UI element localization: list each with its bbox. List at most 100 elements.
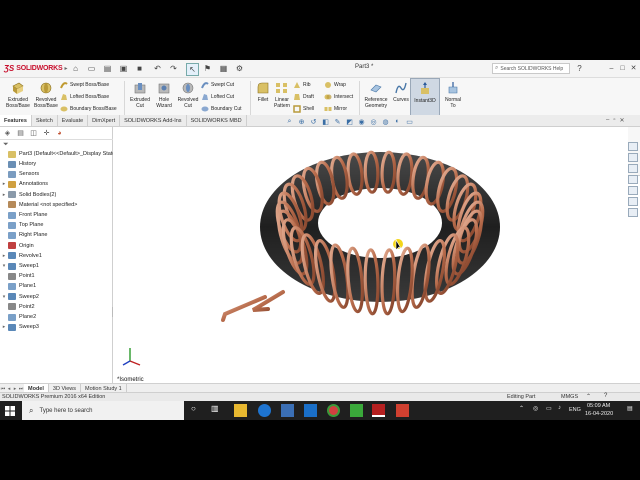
swept-boss-button[interactable]: Swept Boss/Base	[60, 79, 109, 90]
help-search-input[interactable]: ⌕ Search SOLIDWORKS Help	[492, 63, 570, 74]
hide-show-icon[interactable]: ◎	[369, 117, 378, 126]
expand-toggle-icon[interactable]: ▾	[0, 294, 8, 300]
file-explorer-taskbar-icon[interactable]	[234, 404, 247, 417]
clock-time[interactable]: 05:09 AM	[587, 403, 610, 409]
solidworks-resources-icon[interactable]	[628, 142, 638, 151]
tree-item[interactable]: Sensors	[0, 169, 39, 179]
tree-item[interactable]: Point2	[0, 302, 35, 312]
mirror-button[interactable]: Mirror	[324, 103, 347, 114]
tree-item[interactable]: Right Plane	[0, 230, 47, 240]
viewport-restore-icon[interactable]: ▫	[613, 117, 615, 124]
clock-date[interactable]: 16-04-2020	[585, 411, 613, 417]
redo-icon[interactable]: ↷	[168, 63, 179, 74]
solidworks-taskbar-icon[interactable]	[372, 404, 385, 417]
viewport-close-icon[interactable]: ✕	[619, 117, 624, 124]
lofted-cut-button[interactable]: Lofted Cut	[201, 91, 234, 102]
units-text[interactable]: MMGS	[561, 394, 578, 400]
dimxpert-manager-tab-icon[interactable]: ✛	[42, 129, 51, 138]
expand-toggle-icon[interactable]: ▸	[0, 192, 8, 198]
edge-icon[interactable]	[258, 404, 271, 417]
solidworks-logo[interactable]: ƷS SOLIDWORKS ▸	[4, 63, 67, 74]
cortana-icon[interactable]: ○	[191, 404, 204, 417]
network-icon[interactable]: ◎	[533, 405, 538, 412]
intersect-button[interactable]: Intersect	[324, 91, 353, 102]
filter-icon[interactable]: ⏷	[3, 141, 9, 149]
tree-item[interactable]: Origin	[0, 241, 34, 251]
home-icon[interactable]: ⌂	[70, 63, 81, 74]
apply-scene-icon[interactable]: ◐	[393, 117, 402, 126]
chrome-icon[interactable]	[327, 404, 340, 417]
tree-item[interactable]: Plane1	[0, 281, 36, 291]
edit-appearance-icon[interactable]: ◍	[381, 117, 390, 126]
expand-toggle-icon[interactable]: ▸	[0, 253, 8, 259]
instant3d-button[interactable]: Instant3D	[410, 78, 440, 118]
taskbar-search-input[interactable]: ⌕ Type here to search	[22, 401, 184, 420]
tab-evaluate[interactable]: Evaluate	[58, 115, 89, 126]
camtasia-icon[interactable]	[350, 404, 363, 417]
tree-root-part[interactable]: Part3 (Default<<Default>_Display State	[0, 149, 115, 159]
boundary-cut-button[interactable]: Boundary Cut	[201, 103, 242, 114]
expand-toggle-icon[interactable]: ▾	[0, 263, 8, 269]
tree-item[interactable]: Front Plane	[0, 210, 47, 220]
view-settings-icon[interactable]: ▭	[405, 117, 414, 126]
minimize-icon[interactable]: –	[607, 62, 616, 74]
zoom-area-icon[interactable]: ⊕	[297, 117, 306, 126]
tab-dimxpert[interactable]: DimXpert	[88, 115, 121, 126]
store-icon[interactable]	[281, 404, 294, 417]
open-folder-icon[interactable]: ▤	[102, 63, 113, 74]
draft-button[interactable]: Draft	[293, 91, 314, 102]
feature-manager-tab-icon[interactable]: ◈	[3, 129, 12, 138]
battery-icon[interactable]: ▭	[546, 405, 552, 412]
print-icon[interactable]: ▣	[118, 63, 129, 74]
graphics-area[interactable]	[113, 127, 628, 404]
task-view-icon[interactable]: ▥	[211, 404, 224, 417]
tree-item[interactable]: Plane2	[0, 312, 36, 322]
tree-item[interactable]: ▸ Sweep3	[0, 322, 39, 332]
tab-mbd[interactable]: SOLIDWORKS MBD	[187, 115, 247, 126]
design-library-icon[interactable]	[628, 153, 638, 162]
tree-item[interactable]: Top Plane	[0, 220, 43, 230]
start-button[interactable]	[0, 401, 20, 420]
tree-item[interactable]: Point1	[0, 271, 35, 281]
undo-icon[interactable]: ↶	[152, 63, 163, 74]
new-document-icon[interactable]: ▭	[86, 63, 97, 74]
shell-button[interactable]: Shell	[293, 103, 314, 114]
tab-features[interactable]: Features	[0, 115, 32, 126]
recorder-icon[interactable]	[396, 404, 409, 417]
view-orientation-icon[interactable]: ◩	[345, 117, 354, 126]
volume-icon[interactable]: ♪	[558, 405, 561, 411]
language-indicator[interactable]: ENG	[569, 407, 581, 413]
close-icon[interactable]: ✕	[629, 62, 638, 74]
display-manager-tab-icon[interactable]: ◕	[55, 129, 64, 138]
rebuild-icon[interactable]: ⚑	[202, 63, 213, 74]
previous-view-icon[interactable]: ↺	[309, 117, 318, 126]
normal-to-button[interactable]: Normal To	[437, 78, 469, 118]
tree-item[interactable]: Material <not specified>	[0, 200, 77, 210]
wrap-button[interactable]: Wrap	[324, 79, 346, 90]
help-status-icon[interactable]: ?	[604, 393, 607, 399]
boundary-boss-button[interactable]: Boundary Boss/Base	[60, 103, 117, 114]
save-icon[interactable]: ■	[134, 63, 145, 74]
tree-item[interactable]: ▸ Revolve1	[0, 251, 42, 261]
dynamic-annotation-icon[interactable]: ✎	[333, 117, 342, 126]
notifications-icon[interactable]: ▤	[627, 405, 633, 412]
zoom-to-fit-icon[interactable]: ⌕	[285, 117, 294, 126]
forum-icon[interactable]	[628, 208, 638, 217]
configuration-manager-tab-icon[interactable]: ◫	[29, 129, 38, 138]
revolved-boss-button[interactable]: Revolved Boss/Base	[30, 78, 62, 118]
maximize-icon[interactable]: □	[618, 62, 627, 74]
select-arrow-icon[interactable]: ↖	[186, 63, 199, 76]
appearances-icon[interactable]	[628, 186, 638, 195]
view-palette-icon[interactable]	[628, 175, 638, 184]
tab-sketch[interactable]: Sketch	[32, 115, 58, 126]
display-style-icon[interactable]: ◉	[357, 117, 366, 126]
property-manager-tab-icon[interactable]: ▤	[16, 129, 25, 138]
expand-toggle-icon[interactable]: ▸	[0, 181, 8, 187]
tree-item[interactable]: ▾ Sweep2	[0, 292, 39, 302]
swept-cut-button[interactable]: Swept Cut	[201, 79, 234, 90]
lofted-boss-button[interactable]: Lofted Boss/Base	[60, 91, 109, 102]
rib-button[interactable]: Rib	[293, 79, 311, 90]
tree-item[interactable]: History	[0, 159, 36, 169]
toroid-coil-model[interactable]	[113, 127, 628, 404]
tree-item[interactable]: ▾ Sweep1	[0, 261, 39, 271]
